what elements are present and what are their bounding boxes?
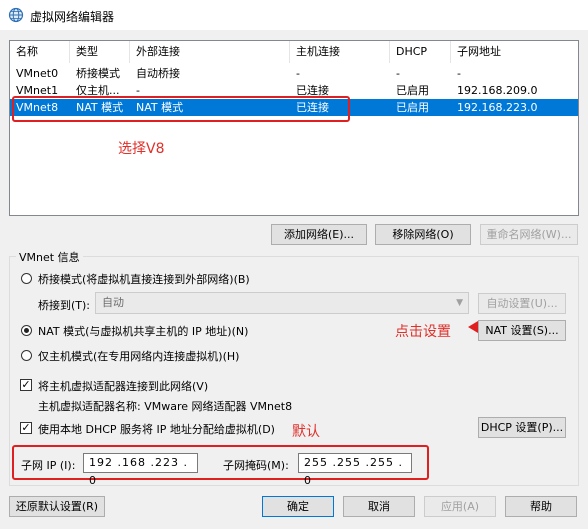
bridged-radio[interactable] xyxy=(21,273,32,284)
title-bar: 虚拟网络编辑器 xyxy=(0,0,588,30)
bridge-to-label: 桥接到(T): xyxy=(38,299,91,312)
cell-type: 桥接模式 xyxy=(76,67,120,80)
adapter-name-text: 主机虚拟适配器名称: VMware 网络适配器 VMnet8 xyxy=(38,400,293,413)
restore-defaults-button[interactable]: 还原默认设置(R) xyxy=(9,496,105,517)
cell-subnet: 192.168.209.0 xyxy=(457,84,538,97)
column-header-dhcp[interactable]: DHCP xyxy=(390,41,451,63)
bridge-to-value: 自动 xyxy=(102,296,124,309)
annotation-click-settings: 点击设置 xyxy=(395,324,451,340)
rename-network-button[interactable]: 重命名网络(W)... xyxy=(480,224,578,245)
cell-subnet: - xyxy=(457,67,461,80)
cell-dhcp: 已启用 xyxy=(396,101,429,114)
ok-button[interactable]: 确定 xyxy=(262,496,334,517)
column-header-subnet[interactable]: 子网地址 xyxy=(451,41,578,63)
chevron-down-icon: ▼ xyxy=(456,298,463,308)
help-button[interactable]: 帮助 xyxy=(505,496,577,517)
cell-host: - xyxy=(296,67,300,80)
column-header-type[interactable]: 类型 xyxy=(70,41,130,63)
annotation-box-vmnet8 xyxy=(12,96,350,122)
cell-subnet: 192.168.223.0 xyxy=(457,101,538,114)
column-header-name[interactable]: 名称 xyxy=(10,41,70,63)
subnet-ip-input[interactable]: 192 .168 .223 . 0 xyxy=(83,453,198,487)
auto-settings-button[interactable]: 自动设置(U)... xyxy=(478,293,566,314)
hostonly-radio-label[interactable]: 仅主机模式(在专用网络内连接虚拟机)(H) xyxy=(38,348,239,364)
vmnet-info-label: VMnet 信息 xyxy=(16,249,83,265)
add-network-button[interactable]: 添加网络(E)... xyxy=(271,224,367,245)
connect-adapter-checkbox[interactable]: ✓ xyxy=(20,379,32,391)
subnet-mask-input[interactable]: 255 .255 .255 . 0 xyxy=(298,453,412,487)
bridge-to-select[interactable]: 自动 ▼ xyxy=(95,292,469,314)
nat-radio-label[interactable]: NAT 模式(与虚拟机共享主机的 IP 地址)(N) xyxy=(38,323,248,339)
cell-dhcp: 已启用 xyxy=(396,84,429,97)
column-header-external[interactable]: 外部连接 xyxy=(130,41,290,63)
dhcp-checkbox-label[interactable]: 使用本地 DHCP 服务将 IP 地址分配给虚拟机(D) xyxy=(38,421,275,437)
annotation-default: 默认 xyxy=(292,424,320,440)
annotation-select-v8: 选择V8 xyxy=(118,141,165,157)
subnet-ip-label: 子网 IP (I): xyxy=(21,459,76,472)
cell-external: 自动桥接 xyxy=(136,67,180,80)
dhcp-checkbox[interactable]: ✓ xyxy=(20,422,32,434)
hostonly-radio[interactable] xyxy=(21,350,32,361)
bridged-radio-label[interactable]: 桥接模式(将虚拟机直接连接到外部网络)(B) xyxy=(38,271,250,287)
apply-button[interactable]: 应用(A) xyxy=(424,496,496,517)
network-list[interactable]: 名称 类型 外部连接 主机连接 DHCP 子网地址 VMnet0 桥接模式 自动… xyxy=(9,40,579,216)
connect-adapter-label[interactable]: 将主机虚拟适配器连接到此网络(V) xyxy=(38,378,208,394)
cell-name: VMnet0 xyxy=(16,67,59,80)
cancel-button[interactable]: 取消 xyxy=(343,496,415,517)
column-header-host[interactable]: 主机连接 xyxy=(290,41,390,63)
network-row-vmnet0[interactable]: VMnet0 桥接模式 自动桥接 - - - xyxy=(10,65,578,82)
dhcp-settings-button[interactable]: DHCP 设置(P)... xyxy=(478,417,566,438)
nat-radio[interactable] xyxy=(21,325,32,336)
remove-network-button[interactable]: 移除网络(O) xyxy=(375,224,471,245)
subnet-mask-label: 子网掩码(M): xyxy=(223,459,289,472)
network-globe-icon xyxy=(8,7,24,23)
cell-dhcp: - xyxy=(396,67,400,80)
nat-settings-button[interactable]: NAT 设置(S)... xyxy=(478,320,566,341)
window-title: 虚拟网络编辑器 xyxy=(30,10,115,24)
